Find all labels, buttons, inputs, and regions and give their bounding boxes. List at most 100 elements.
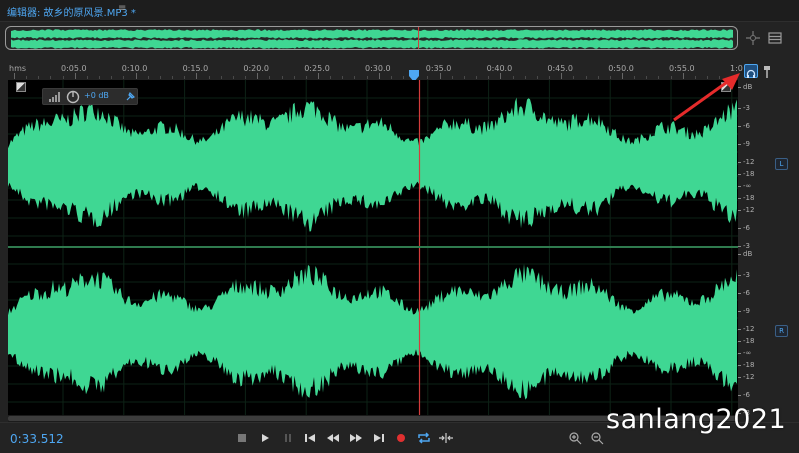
ruler-label: 0:10.0 xyxy=(121,64,148,73)
scale-tick xyxy=(738,275,741,276)
scale-tick xyxy=(738,311,741,312)
waveform-left-channel xyxy=(8,97,737,232)
ruler-tick xyxy=(26,76,28,79)
ruler-tick xyxy=(561,73,563,79)
ruler-tick xyxy=(366,76,368,79)
scale-label: dB xyxy=(743,250,753,258)
record-icon[interactable] xyxy=(392,430,410,446)
to-start-icon[interactable] xyxy=(301,430,319,446)
editor-title[interactable]: 编辑器: 故乡的原风景.MP3 * xyxy=(7,4,136,19)
scale-tick xyxy=(738,329,741,330)
watermark-text: sanlang2021 xyxy=(606,404,787,435)
ruler-tick xyxy=(597,76,599,79)
scale-tick xyxy=(738,395,741,396)
scale-tick xyxy=(738,162,741,163)
scale-tick xyxy=(738,228,741,229)
scale-label: -6 xyxy=(743,224,750,232)
ruler-tick xyxy=(646,76,648,79)
ruler-tick xyxy=(305,76,307,79)
ruler-tick xyxy=(451,76,453,79)
annotation-arrow xyxy=(673,73,740,122)
ruler-tick xyxy=(147,76,149,79)
to-end-icon[interactable] xyxy=(370,430,388,446)
rewind-icon[interactable] xyxy=(324,430,342,446)
waveform-overview[interactable] xyxy=(5,26,738,50)
ruler-tick xyxy=(427,76,429,79)
scale-label: -3 xyxy=(743,242,750,250)
ruler-tick xyxy=(208,76,210,79)
pin-icon[interactable] xyxy=(125,92,135,102)
panel-toggle-icon[interactable] xyxy=(766,29,784,47)
ruler-label: 0:15.0 xyxy=(182,64,209,73)
ruler-tick xyxy=(38,76,40,79)
ruler-tick xyxy=(439,73,441,79)
playhead-marker[interactable] xyxy=(409,67,419,82)
editor-titlebar: 编辑器: 故乡的原风景.MP3 * ≡ xyxy=(0,0,799,22)
scale-tick xyxy=(738,365,741,366)
scale-label: -6 xyxy=(743,289,750,297)
ruler-tick xyxy=(135,73,137,79)
ruler-tick xyxy=(609,76,611,79)
scale-label: -∞ xyxy=(743,182,752,190)
zoom-fit-icon[interactable] xyxy=(744,29,762,47)
ruler-tick xyxy=(524,76,526,79)
scale-label: -∞ xyxy=(743,349,752,357)
ruler-tick xyxy=(549,76,551,79)
ruler-tick xyxy=(573,76,575,79)
level-scale[interactable]: dB -3 -6 -9 -12 -18 -∞ -18 -12 -6 -3 dB -3 -6 -9 -12 -18… xyxy=(738,80,768,417)
ruler-tick xyxy=(634,76,636,79)
scale-tick xyxy=(738,210,741,211)
scale-tick xyxy=(738,126,741,127)
pause-icon[interactable] xyxy=(279,430,297,446)
scale-tick xyxy=(738,353,741,354)
channel-divider[interactable] xyxy=(8,246,738,248)
ruler-tick xyxy=(159,76,161,79)
scale-tick xyxy=(738,341,741,342)
overview-right-channel xyxy=(11,39,733,49)
hud-level-label[interactable]: +0 dB xyxy=(84,91,109,100)
channel-right-badge[interactable]: R xyxy=(775,325,788,337)
ruler-label: 0:45.0 xyxy=(547,64,573,73)
ruler-tick xyxy=(463,76,465,79)
ruler-tick xyxy=(512,76,514,79)
ruler-tick xyxy=(658,76,660,79)
fast-forward-icon[interactable] xyxy=(347,430,365,446)
overview-waveform xyxy=(11,27,733,49)
scale-tick xyxy=(738,186,741,187)
zoom-out-amplitude-icon[interactable] xyxy=(588,430,606,446)
ruler-tick xyxy=(232,76,234,79)
scale-tick xyxy=(738,144,741,145)
ruler-tick xyxy=(62,76,64,79)
ruler-tick xyxy=(196,73,198,79)
ruler-tick xyxy=(74,73,76,79)
play-icon[interactable] xyxy=(256,430,274,446)
zoom-in-amplitude-icon[interactable] xyxy=(566,430,584,446)
scale-label: -12 xyxy=(743,373,755,381)
current-time-display[interactable]: 0:33.512 xyxy=(10,432,64,446)
ruler-tick xyxy=(378,73,380,79)
scale-label: -6 xyxy=(743,391,750,399)
ruler-label: 0:40.0 xyxy=(486,64,513,73)
ruler-tick xyxy=(476,76,478,79)
ruler-tick xyxy=(500,73,502,79)
hud-volume[interactable]: +0 dB xyxy=(42,88,138,105)
waveform-editor[interactable] xyxy=(8,80,738,415)
stop-icon[interactable] xyxy=(233,430,251,446)
channel-left-badge[interactable]: L xyxy=(775,158,788,170)
ruler-tick xyxy=(318,73,319,79)
marker-pin-icon[interactable] xyxy=(761,64,773,78)
panel-menu-icon[interactable]: ≡ xyxy=(118,3,126,14)
skip-selection-icon[interactable] xyxy=(437,430,455,446)
toggle-spectral-icon[interactable] xyxy=(16,82,26,92)
volume-knob-icon[interactable] xyxy=(66,90,80,104)
loop-icon[interactable] xyxy=(415,430,433,446)
scale-label: -12 xyxy=(743,206,755,214)
scale-label: -12 xyxy=(743,158,755,166)
ruler-tick xyxy=(281,76,283,79)
ruler-unit-label: hms xyxy=(9,64,27,73)
ruler-tick xyxy=(50,76,52,79)
scale-tick xyxy=(738,198,741,199)
time-ruler[interactable]: hms 0:05.0 0:10.0 0:15.0 0:20.0 0:25.0 0:30.0… xyxy=(8,62,743,80)
scale-label: -3 xyxy=(743,271,750,279)
scale-tick xyxy=(738,254,741,255)
